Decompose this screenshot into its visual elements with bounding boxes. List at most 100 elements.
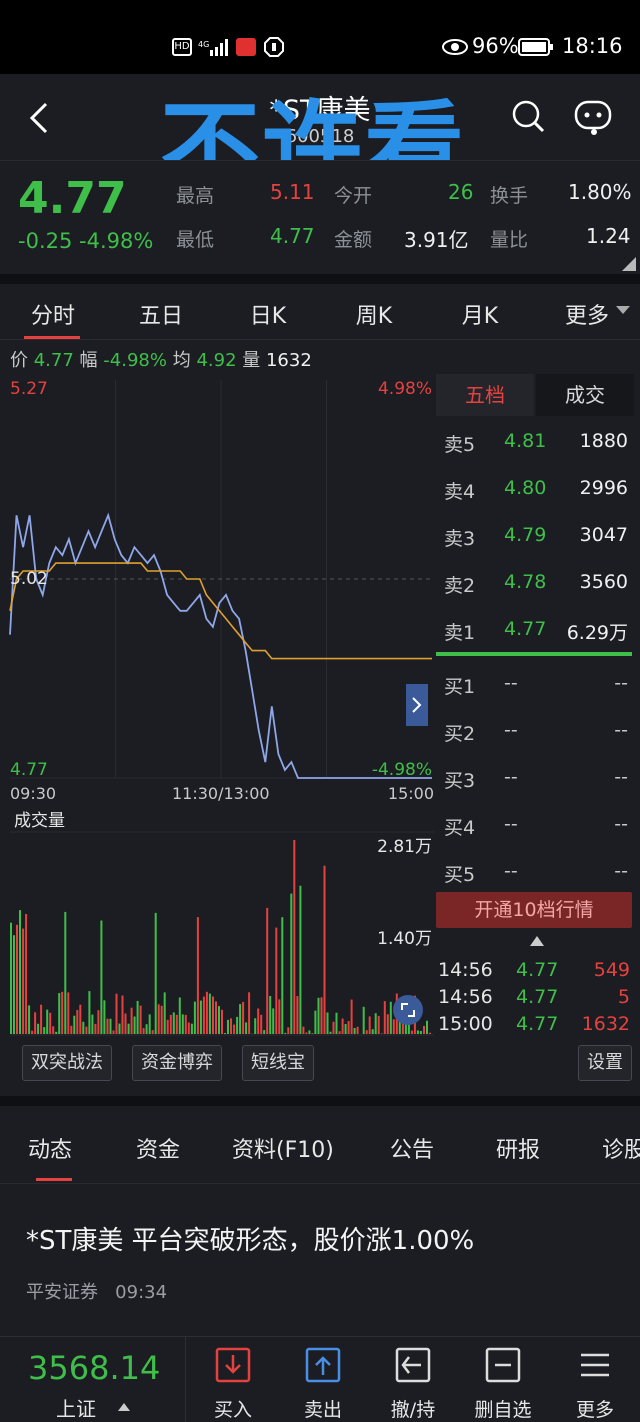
tab-five-day[interactable]: 五日 [134,298,188,330]
bid-level: 买1 [444,676,476,698]
bid-price: -- [504,860,518,882]
indicator-double-breakout[interactable]: 双突战法 [22,1045,112,1081]
volume-bar [172,1012,175,1034]
tab-intraday[interactable]: 分时 [28,298,78,330]
ask-volume: 1880 [579,430,628,452]
index-name: 上证 [56,1397,96,1421]
tab-daily-k[interactable]: 日K [244,298,292,330]
volume-bar [416,1030,419,1034]
tab-weekly-k[interactable]: 周K [350,298,398,330]
order-book-tabs: 五档 成交 [436,374,640,416]
sell-icon [305,1347,341,1383]
eye-icon [442,38,468,60]
volume-bar [136,1000,139,1034]
bid-row[interactable]: 买5 -- -- [436,850,640,896]
buy-button[interactable]: 买入 [188,1337,278,1422]
amount-label: 金额 [334,229,373,251]
bid-row[interactable]: 买3 -- -- [436,756,640,802]
ask-row[interactable]: 卖2 4.78 3560 [436,561,640,607]
volume-bar [314,1010,317,1034]
volume-bar [368,1016,371,1034]
ask-row[interactable]: 卖1 4.77 6.29万 [436,608,640,654]
bid-level: 买5 [444,864,476,886]
low-label: 最低 [176,229,215,251]
intraday-chart[interactable]: 5.27 4.98% 5.02 4.77 -4.98% [0,374,434,784]
volume-bar [115,993,118,1034]
tab-more[interactable]: 更多 [560,298,614,330]
remove-watchlist-button[interactable]: 删自选 [458,1337,548,1422]
bid-row[interactable]: 买2 -- -- [436,709,640,755]
volume-bar [187,1022,190,1034]
volume-bar [341,1018,344,1034]
volume-bar [429,1032,431,1034]
volume-bar [124,1013,127,1034]
pct-label: 幅 [79,350,98,371]
indicator-capital-game[interactable]: 资金博弈 [132,1045,222,1081]
volume-bar [91,1014,94,1034]
volume-bar [76,1010,79,1034]
volume-bar [224,1033,226,1034]
indicator-short-term[interactable]: 短线宝 [242,1045,314,1081]
tab-diagnosis[interactable]: 诊股 [602,1132,640,1164]
status-bar: HD 4G 96% 18:16 [0,0,640,74]
tab-announcements[interactable]: 公告 [390,1132,434,1164]
volume-bar [55,1031,58,1034]
fullscreen-button[interactable] [393,995,423,1025]
quote-panel: 4.77 -0.25 -4.98% 最高 5.11 今开 26 换手 1.80%… [0,160,640,274]
expand-corner-icon[interactable] [622,257,636,271]
bid-row[interactable]: 买4 -- -- [436,803,640,849]
volume-bar [64,911,67,1034]
customer-service-button[interactable] [572,96,614,136]
crosshair-info: 价 4.77 幅 -4.98% 均 4.92 量 1632 [10,346,312,372]
tab-trades[interactable]: 成交 [536,374,634,416]
volume-bar [151,1030,154,1034]
tab-research[interactable]: 研报 [496,1132,540,1164]
ask-row[interactable]: 卖5 4.81 1880 [436,420,640,466]
sell-button[interactable]: 卖出 [278,1337,368,1422]
volume-bar [13,935,15,1034]
search-button[interactable] [510,98,546,134]
cancel-hold-button[interactable]: 撤/持 [368,1337,458,1422]
ask-row[interactable]: 卖4 4.80 2996 [436,467,640,513]
ask-row[interactable]: 卖3 4.79 3047 [436,514,640,560]
bid-row[interactable]: 买1 -- -- [436,662,640,708]
tab-capital[interactable]: 资金 [136,1132,180,1164]
volume-bar [290,893,293,1034]
trade-price: 4.77 [516,959,559,981]
volume-bar [257,1008,260,1034]
volume-bar [22,928,25,1034]
volume-bar [43,1027,46,1034]
high-value: 5.11 [270,180,315,204]
volume-bar [154,912,157,1034]
volume-bar [31,1030,34,1034]
turnover-label: 换手 [490,185,529,207]
bid-price: -- [504,766,518,788]
volume-bar [190,1023,193,1034]
ask-volume: 6.29万 [566,622,628,644]
chart-period-tabs: 分时 五日 日K 周K 月K 更多 [0,284,640,340]
ask-price: 4.78 [504,571,547,593]
volume-chart[interactable]: 成交量 2.81万 1.40万 [0,806,434,1038]
open-10-level-button[interactable]: 开通10档行情 [436,892,632,928]
volume-bar [383,1001,386,1034]
news-time: 09:34 [115,1282,168,1303]
volume-bar [166,1019,169,1034]
price-value: 4.77 [33,350,74,371]
volume-bar [85,1026,88,1034]
tab-updates[interactable]: 动态 [28,1132,72,1164]
tab-monthly-k[interactable]: 月K [456,298,504,330]
news-item[interactable]: *ST康美 平台突破形态，股价涨1.00% 平安证券 09:34 [0,1184,640,1328]
settings-button[interactable]: 设置 [578,1045,632,1081]
avg-value: 4.92 [196,350,237,371]
expand-book-button[interactable] [406,684,428,726]
more-button[interactable]: 更多 [550,1337,640,1422]
volume-bar [423,1025,425,1034]
volume-bar [106,1018,109,1034]
volume-bar [103,1000,106,1034]
y-bottom-label: 4.77 [10,760,48,780]
tab-five-level[interactable]: 五档 [436,374,534,416]
index-ticker[interactable]: 3568.14 上证 [0,1337,186,1422]
volume-bar [79,1004,82,1034]
tab-f10[interactable]: 资料(F10) [232,1132,334,1164]
volume-bar [215,1001,217,1034]
